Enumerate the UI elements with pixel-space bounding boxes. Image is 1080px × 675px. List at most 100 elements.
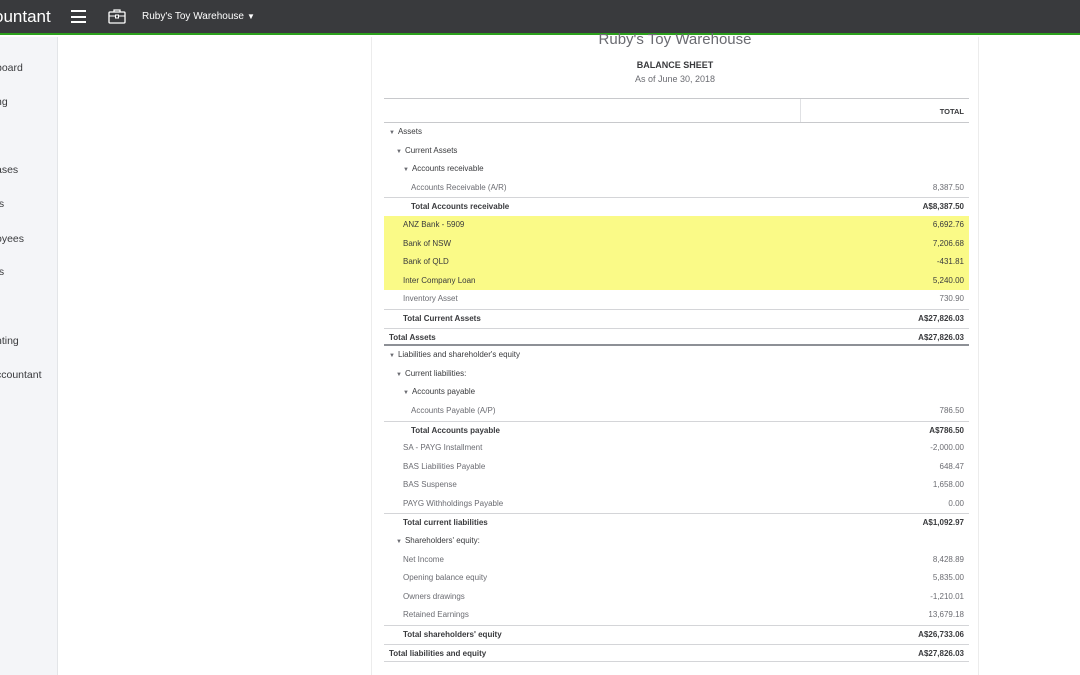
row-amount[interactable]: 786.50 (940, 402, 964, 421)
table-row: ▼ Current liabilities: (384, 365, 969, 384)
column-divider (800, 99, 801, 122)
triangle-down-icon[interactable]: ▼ (389, 124, 395, 143)
row-amount: A$26,733.06 (918, 630, 964, 640)
table-row-highlighted: Bank of QLD -431.81 (384, 253, 969, 272)
table-row: Owners drawings -1,210.01 (384, 588, 969, 607)
row-amount: A$1,092.97 (922, 518, 964, 528)
row-label: Net Income (403, 554, 444, 564)
table-row: ▼ Accounts receivable (384, 160, 969, 179)
report-company-name: Ruby's Toy Warehouse (598, 31, 752, 48)
row-amount[interactable]: 0.00 (948, 495, 964, 514)
row-amount[interactable]: 8,428.89 (933, 551, 964, 570)
total-column-header[interactable]: TOTAL (940, 107, 964, 116)
row-label: Bank of NSW (403, 238, 452, 248)
row-label: Bank of QLD (403, 257, 449, 267)
row-amount[interactable]: 8,387.50 (933, 179, 964, 198)
report-title: BALANCE SHEET (636, 60, 714, 70)
row-label: Assets (397, 127, 422, 136)
report-header-row: TOTAL (384, 98, 969, 123)
row-amount[interactable]: -1,210.01 (930, 588, 964, 607)
sidebar-item-banking[interactable]: ng (0, 96, 8, 108)
row-label: Owners drawings (403, 591, 465, 601)
report-rows: ▼ Assets ▼ Current Assets ▼ Accounts receiv… (384, 123, 969, 663)
row-label: SA - PAYG Installment (403, 443, 483, 453)
row-amount: A$786.50 (929, 425, 964, 435)
triangle-down-icon[interactable]: ▼ (403, 384, 409, 403)
row-label: Accounts Payable (A/P) (411, 405, 496, 415)
row-label: Accounts payable (411, 387, 476, 397)
row-amount[interactable]: 730.90 (940, 290, 964, 309)
row-label: Accounts Receivable (A/R) (411, 182, 507, 192)
company-switcher[interactable]: Ruby's Toy Warehouse ▼ (142, 11, 255, 22)
table-row: Inventory Asset 730.90 (384, 290, 969, 309)
table-row: ▼ Current Assets (384, 142, 969, 161)
table-row-highlighted: ANZ Bank - 5909 6,692.76 (384, 215, 969, 235)
row-label: Retained Earnings (403, 610, 469, 620)
table-row: BAS Suspense 1,658.00 (384, 476, 969, 495)
row-amount[interactable]: 6,692.76 (933, 216, 964, 235)
table-row: Total shareholders' equity A$26,733.06 (384, 625, 969, 644)
row-label: Total Assets (389, 332, 436, 342)
briefcase-icon[interactable] (108, 8, 126, 24)
table-row: Total liabilities and equity A$27,826.03 (384, 643, 969, 663)
table-row: Opening balance equity 5,835.00 (384, 569, 969, 588)
row-label: BAS Suspense (403, 480, 457, 490)
table-row: Accounts Receivable (A/R) 8,387.50 (384, 179, 969, 198)
sidebar-item-my-accountant[interactable]: ccountant (0, 369, 42, 381)
hamburger-icon[interactable] (71, 10, 86, 23)
sidebar-item-projects[interactable]: ts (0, 198, 4, 210)
table-row: Net Income 8,428.89 (384, 551, 969, 570)
row-amount[interactable]: 13,679.18 (928, 606, 964, 625)
table-row: Accounts Payable (A/P) 786.50 (384, 402, 969, 421)
table-row-highlighted: Bank of NSW 7,206.68 (384, 234, 969, 254)
row-amount: A$27,826.03 (918, 313, 964, 323)
sidebar-item-reports[interactable]: ts (0, 266, 4, 278)
triangle-down-icon[interactable]: ▼ (396, 143, 402, 162)
row-label: Total Current Assets (403, 313, 481, 323)
row-amount: A$8,387.50 (922, 202, 964, 212)
row-label: Total current liabilities (403, 518, 488, 528)
row-amount[interactable]: 1,658.00 (933, 476, 964, 495)
triangle-down-icon[interactable]: ▼ (396, 533, 402, 552)
top-bar: ountant Ruby's Toy Warehouse▼ (0, 0, 1080, 35)
triangle-down-icon[interactable]: ▼ (403, 161, 409, 180)
row-amount[interactable]: 648.47 (940, 458, 964, 477)
row-label: Current Assets (404, 145, 458, 155)
table-row: Total Accounts payable A$786.50 (384, 420, 969, 440)
row-label: Total liabilities and equity (389, 648, 487, 658)
row-amount[interactable]: 5,240.00 (933, 272, 964, 291)
row-label: Opening balance equity (403, 573, 488, 583)
app-title: ountant (0, 7, 51, 26)
table-row: Total Accounts receivable A$8,387.50 (384, 197, 969, 216)
row-amount: A$27,826.03 (918, 648, 964, 658)
table-row-highlighted: Inter Company Loan 5,240.00 (384, 271, 969, 291)
table-row: SA - PAYG Installment -2,000.00 (384, 439, 969, 458)
table-row: Retained Earnings 13,679.18 (384, 606, 969, 625)
caret-down-icon: ▼ (246, 12, 255, 21)
row-label: ANZ Bank - 5909 (403, 219, 465, 229)
row-amount[interactable]: 5,835.00 (933, 569, 964, 588)
table-row: Total current liabilities A$1,092.97 (384, 513, 969, 532)
sidebar-item-expenses[interactable]: ases (0, 164, 18, 176)
row-amount[interactable]: -431.81 (937, 253, 964, 272)
row-amount[interactable]: 7,206.68 (933, 235, 964, 254)
row-label: Shareholders' equity: (404, 536, 480, 546)
row-label: Liabilities and shareholder's equity (397, 350, 520, 360)
balance-sheet-report: Ruby's Toy Warehouse BALANCE SHEET As of… (371, 31, 979, 675)
sidebar-item-employees[interactable]: oyees (0, 233, 24, 245)
row-label: Total Accounts payable (411, 425, 500, 435)
table-row: Total Assets A$27,826.03 (384, 327, 969, 347)
table-row: ▼ Liabilities and shareholder's equity (384, 346, 969, 365)
sidebar-item-accounting[interactable]: nting (0, 335, 19, 347)
row-label: Total shareholders' equity (403, 630, 502, 640)
row-label: Accounts receivable (411, 164, 484, 174)
row-label: Current liabilities: (404, 368, 467, 378)
triangle-down-icon[interactable]: ▼ (396, 366, 402, 385)
row-label: PAYG Withholdings Payable (403, 498, 504, 508)
sidebar-item-dashboard[interactable]: board (0, 62, 23, 74)
triangle-down-icon[interactable]: ▼ (389, 347, 395, 366)
row-label: Total Accounts receivable (411, 202, 510, 212)
row-label: BAS Liabilities Payable (403, 461, 486, 471)
row-amount[interactable]: -2,000.00 (930, 439, 964, 458)
row-label: Inter Company Loan (403, 275, 476, 285)
